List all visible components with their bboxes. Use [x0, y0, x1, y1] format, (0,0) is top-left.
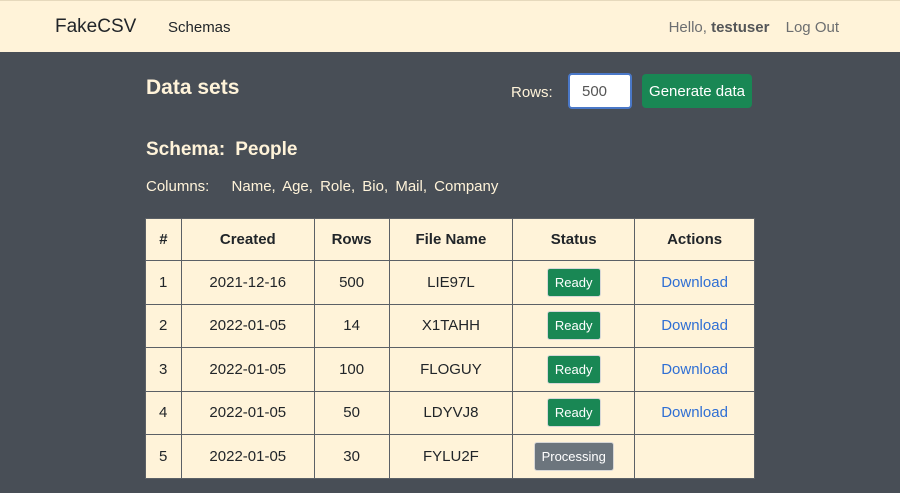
status-badge: Ready: [546, 311, 601, 341]
cell-number: 5: [145, 434, 182, 479]
header-file-name: File Name: [388, 218, 514, 261]
cell-rows: 100: [313, 347, 390, 392]
header-number: #: [145, 218, 182, 261]
cell-rows: 50: [313, 390, 390, 435]
download-link[interactable]: Download: [661, 361, 728, 378]
page-title: Data sets: [146, 76, 240, 99]
table-row: 3 2022-01-05 100 FLOGUY Ready Download: [145, 347, 755, 392]
cell-status: Ready: [512, 347, 636, 392]
cell-number: 3: [145, 347, 182, 392]
cell-number: 2: [145, 303, 182, 348]
column-item: Company: [434, 178, 499, 195]
table-row: 1 2021-12-16 500 LIE97L Ready Download: [145, 260, 755, 305]
schema-heading: Schema: People: [146, 139, 298, 161]
cell-rows: 14: [313, 303, 390, 348]
column-item: Bio,: [362, 178, 389, 195]
cell-status: Ready: [512, 260, 636, 305]
cell-created: 2021-12-16: [180, 260, 315, 305]
rows-label: Rows:: [511, 84, 553, 101]
navbar: FakeCSV Schemas Hello, testuser Log Out: [0, 0, 900, 52]
header-created: Created: [180, 218, 315, 261]
cell-file-name: X1TAHH: [388, 303, 514, 348]
header-rows: Rows: [313, 218, 390, 261]
cell-created: 2022-01-05: [180, 434, 315, 479]
header-actions: Actions: [634, 218, 755, 261]
download-link[interactable]: Download: [661, 274, 728, 291]
table-row: 4 2022-01-05 50 LDYVJ8 Ready Download: [145, 390, 755, 435]
cell-actions: Download: [634, 260, 755, 305]
cell-number: 4: [145, 390, 182, 435]
column-item: Mail,: [395, 178, 427, 195]
nav-link-schemas[interactable]: Schemas: [168, 19, 231, 36]
cell-number: 1: [145, 260, 182, 305]
cell-created: 2022-01-05: [180, 303, 315, 348]
status-badge: Ready: [546, 267, 601, 297]
cell-created: 2022-01-05: [180, 347, 315, 392]
schema-name: People: [235, 139, 298, 160]
table-header-row: # Created Rows File Name Status Actions: [145, 218, 755, 261]
greeting-text: Hello,: [668, 19, 707, 36]
user-area: Hello, testuser Log Out: [669, 19, 839, 36]
columns-list: Columns: Name, Age, Role, Bio, Mail, Com…: [146, 178, 501, 195]
cell-rows: 500: [313, 260, 390, 305]
username: testuser: [711, 19, 770, 36]
column-item: Age,: [282, 178, 313, 195]
cell-file-name: LDYVJ8: [388, 390, 514, 435]
cell-status: Processing: [512, 434, 636, 479]
cell-actions: Download: [634, 303, 755, 348]
cell-actions: Download: [634, 347, 755, 392]
brand-logo[interactable]: FakeCSV: [55, 16, 136, 38]
status-badge: Processing: [533, 441, 614, 471]
download-link[interactable]: Download: [661, 404, 728, 421]
cell-file-name: FYLU2F: [388, 434, 514, 479]
column-item: Name,: [231, 178, 276, 195]
table-row: 2 2022-01-05 14 X1TAHH Ready Download: [145, 303, 755, 348]
cell-actions: Download: [634, 390, 755, 435]
logout-link[interactable]: Log Out: [786, 19, 839, 36]
datasets-table: # Created Rows File Name Status Actions …: [145, 218, 755, 479]
cell-status: Ready: [512, 303, 636, 348]
cell-actions: [634, 434, 755, 479]
cell-file-name: LIE97L: [388, 260, 514, 305]
column-item: Role,: [320, 178, 356, 195]
status-badge: Ready: [546, 354, 601, 384]
table-row: 5 2022-01-05 30 FYLU2F Processing: [145, 434, 755, 479]
cell-rows: 30: [313, 434, 390, 479]
cell-status: Ready: [512, 390, 636, 435]
cell-created: 2022-01-05: [180, 390, 315, 435]
generate-data-button[interactable]: Generate data: [642, 74, 752, 108]
header-status: Status: [512, 218, 636, 261]
status-badge: Ready: [546, 398, 601, 428]
cell-file-name: FLOGUY: [388, 347, 514, 392]
schema-label: Schema:: [146, 139, 226, 160]
columns-label: Columns:: [146, 178, 210, 195]
rows-input[interactable]: [568, 73, 632, 109]
download-link[interactable]: Download: [661, 317, 728, 334]
